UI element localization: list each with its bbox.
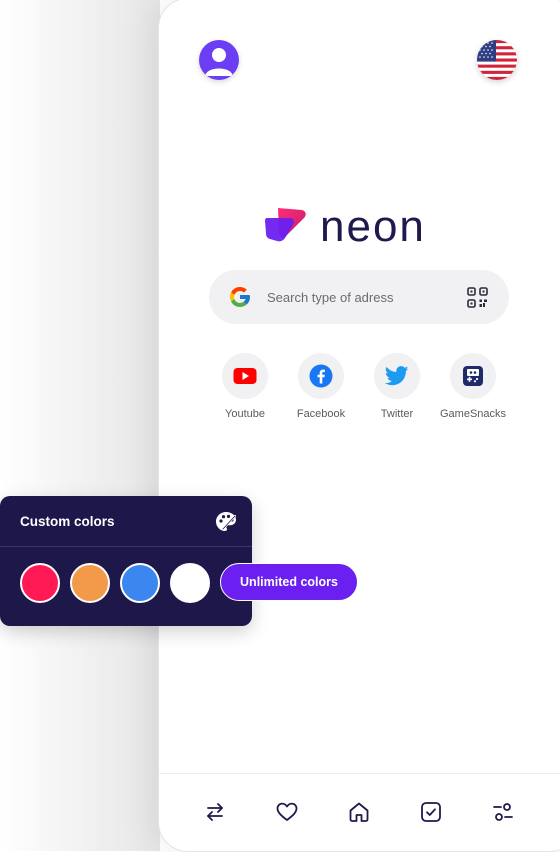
us-flag-icon (477, 40, 517, 80)
shortcut-youtube-circle (222, 353, 268, 399)
language-flag-button[interactable] (477, 40, 517, 80)
search-bar[interactable] (209, 270, 509, 324)
settings-sliders-icon[interactable] (491, 800, 515, 824)
unlimited-colors-button[interactable]: Unlimited colors (220, 563, 358, 601)
google-icon (230, 287, 250, 307)
color-swatch-red[interactable] (20, 563, 60, 603)
facebook-icon (309, 364, 333, 388)
twitter-icon (385, 366, 409, 386)
checkbox-icon[interactable] (419, 800, 443, 824)
youtube-icon (233, 368, 257, 384)
neon-logo-mark-icon (265, 208, 306, 242)
color-swatch-orange[interactable] (70, 563, 110, 603)
shortcut-label: Twitter (380, 408, 414, 420)
background-shade (0, 0, 160, 851)
shortcut-label: Facebook (296, 408, 346, 420)
color-swatch-blue[interactable] (120, 563, 160, 603)
user-icon (205, 48, 233, 76)
home-icon[interactable] (347, 800, 371, 824)
panel-divider (0, 546, 252, 547)
shortcut-label: Youtube (225, 408, 265, 420)
shortcut-facebook-circle (298, 353, 344, 399)
shortcut-label: GameSnacks (439, 408, 507, 420)
shortcut-gamesnacks[interactable]: GameSnacks (431, 353, 515, 420)
shortcut-facebook[interactable]: Facebook (279, 353, 363, 420)
shortcut-twitter[interactable]: Twitter (355, 353, 439, 420)
qr-code-icon[interactable] (467, 287, 488, 308)
shortcut-youtube[interactable]: Youtube (203, 353, 287, 420)
palette-icon[interactable] (214, 510, 238, 534)
custom-colors-title: Custom colors (20, 514, 115, 529)
bottom-navigation (159, 773, 560, 851)
gamesnacks-icon (463, 366, 483, 386)
profile-avatar[interactable] (199, 40, 239, 80)
brand-wordmark: neon (320, 202, 426, 251)
color-swatch-white[interactable] (170, 563, 210, 603)
neon-logo: neon (264, 205, 426, 249)
shortcut-gamesnacks-circle (450, 353, 496, 399)
shortcut-twitter-circle (374, 353, 420, 399)
search-input[interactable] (265, 288, 469, 306)
swap-arrows-icon[interactable] (203, 800, 227, 824)
phone-frame: neon Search type of adress Youtube Faceb… (158, 0, 560, 852)
heart-icon[interactable] (275, 800, 299, 824)
